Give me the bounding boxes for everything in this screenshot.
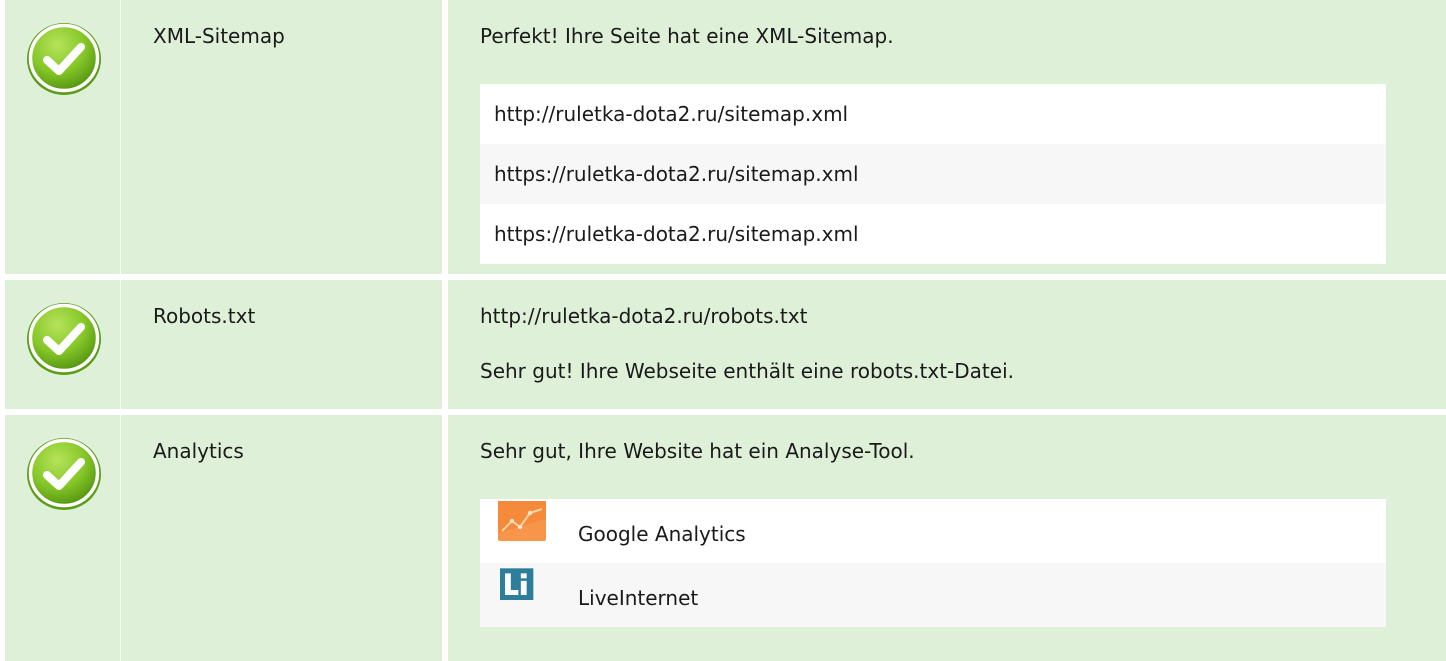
analytics-value-cell: Sehr gut, Ihre Website hat ein Analyse-T… (448, 415, 1446, 661)
check-circle-icon (24, 20, 104, 98)
google-analytics-icon (498, 501, 546, 541)
sitemap-list: http://ruletka-dota2.ru/sitemap.xml http… (480, 84, 1386, 264)
robots-name-cell: Robots.txt (121, 280, 442, 409)
analytics-name-cell: Analytics (121, 415, 442, 661)
robots-value-cell: http://ruletka-dota2.ru/robots.txt Sehr … (448, 280, 1446, 409)
analytics-tool-list: Google Analytics LiveInternet (480, 499, 1386, 627)
sitemap-value-cell: Perfekt! Ihre Seite hat eine XML-Sitemap… (448, 0, 1446, 274)
seo-check-table: XML-Sitemap Perfekt! Ihre Seite hat eine… (0, 0, 1446, 661)
sitemap-message: Perfekt! Ihre Seite hat eine XML-Sitemap… (480, 24, 894, 48)
sitemap-url: https://ruletka-dota2.ru/sitemap.xml (480, 144, 1386, 204)
analytics-status-cell (5, 415, 120, 661)
robots-message: Sehr gut! Ihre Webseite enthält eine rob… (480, 359, 1014, 383)
analytics-tool-item: LiveInternet (480, 563, 1386, 627)
analytics-message: Sehr gut, Ihre Website hat ein Analyse-T… (480, 439, 915, 463)
check-circle-icon (24, 300, 104, 378)
robots-label: Robots.txt (153, 304, 256, 328)
analytics-tool-name: LiveInternet (578, 586, 699, 610)
sitemap-url: http://ruletka-dota2.ru/sitemap.xml (480, 84, 1386, 144)
sitemap-label: XML-Sitemap (153, 24, 285, 48)
analytics-label: Analytics (153, 439, 244, 463)
robots-status-cell (5, 280, 120, 409)
analytics-tool-item: Google Analytics (480, 499, 1386, 563)
liveinternet-icon (500, 568, 534, 600)
analytics-tool-name: Google Analytics (578, 522, 746, 546)
sitemap-name-cell: XML-Sitemap (121, 0, 442, 274)
sitemap-url: https://ruletka-dota2.ru/sitemap.xml (480, 204, 1386, 264)
sitemap-status-cell (5, 0, 120, 274)
analytics-row: Analytics Sehr gut, Ihre Website hat ein… (0, 415, 1446, 661)
check-circle-icon (24, 435, 104, 513)
robots-row: Robots.txt http://ruletka-dota2.ru/robot… (0, 280, 1446, 409)
robots-url: http://ruletka-dota2.ru/robots.txt (480, 304, 808, 328)
sitemap-row: XML-Sitemap Perfekt! Ihre Seite hat eine… (0, 0, 1446, 274)
